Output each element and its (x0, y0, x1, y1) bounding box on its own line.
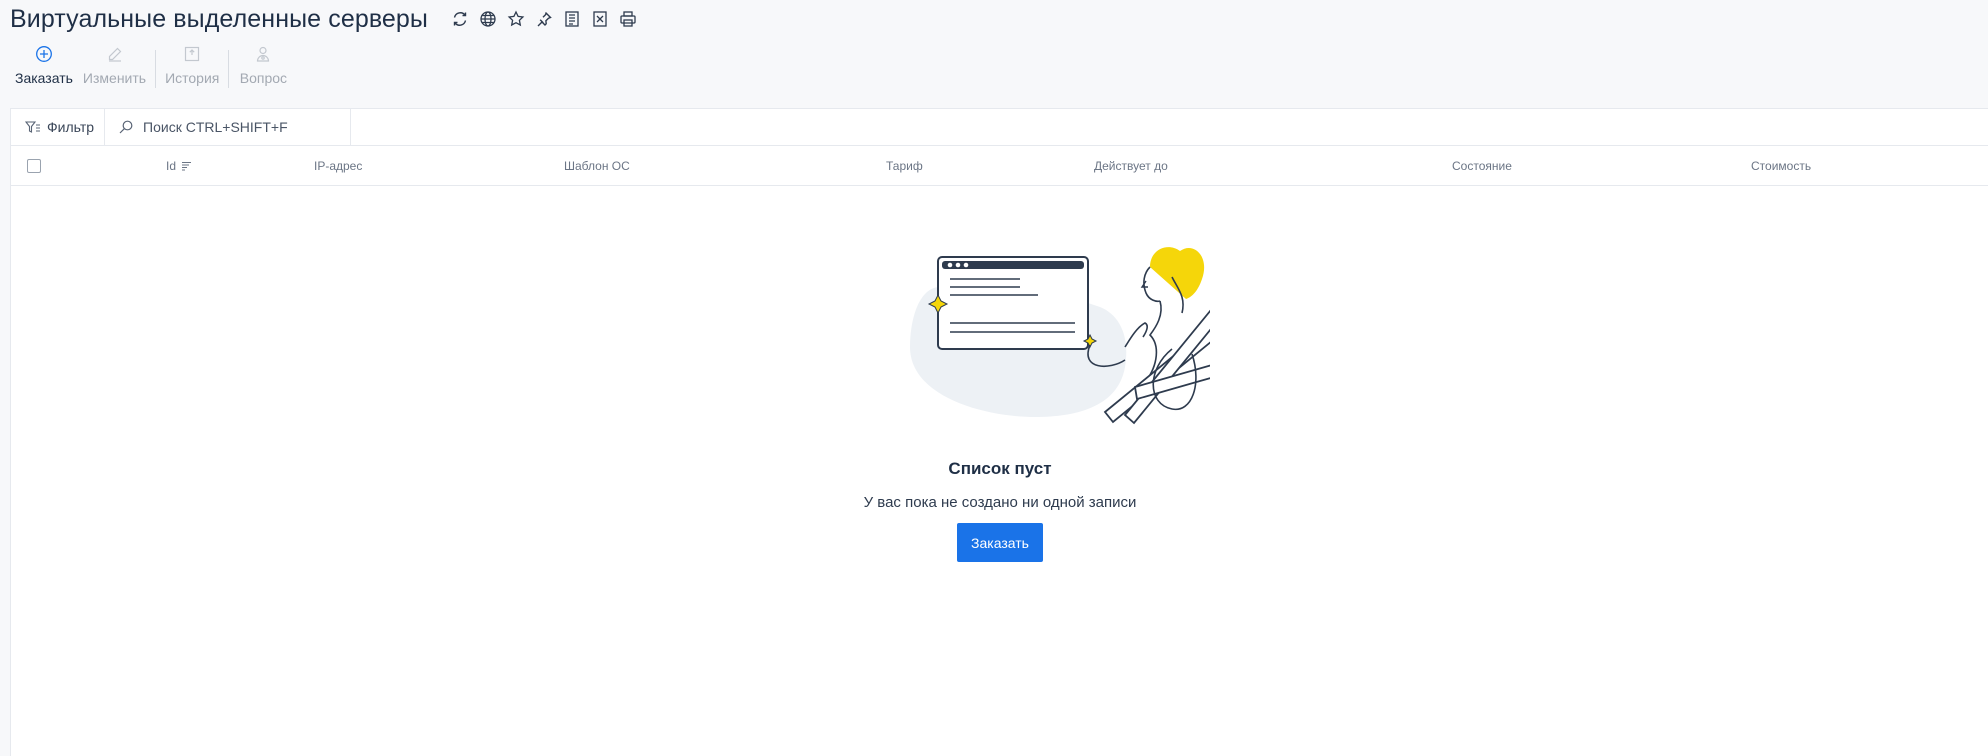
column-header-os-template[interactable]: Шаблон ОС (564, 159, 630, 173)
print-icon[interactable] (618, 10, 637, 29)
question-button-label: Вопрос (239, 70, 288, 86)
column-header-cost[interactable]: Стоимость (1751, 159, 1811, 173)
pin-icon[interactable] (534, 10, 553, 29)
column-header-id[interactable]: Id (166, 159, 192, 173)
filter-button-label: Фильтр (47, 119, 95, 135)
filter-bar: Фильтр (11, 109, 1988, 146)
search-icon (119, 120, 133, 134)
support-icon (253, 44, 273, 64)
order-button[interactable]: Заказать (10, 44, 78, 86)
plus-circle-icon (34, 44, 54, 64)
question-button[interactable]: Вопрос (233, 44, 293, 86)
search-input[interactable] (143, 119, 344, 135)
column-header-tariff[interactable]: Тариф (886, 159, 923, 173)
order-button-label: Заказать (15, 70, 73, 86)
edit-button-label: Изменить (82, 70, 147, 86)
filter-button[interactable]: Фильтр (11, 109, 106, 145)
page-header: Виртуальные выделенные серверы (10, 0, 637, 38)
list-panel: Фильтр Id IP-адрес Шаблон ОС Тариф Дейст… (10, 108, 1988, 756)
export-excel-icon[interactable] (590, 10, 609, 29)
empty-state-order-button[interactable]: Заказать (957, 523, 1043, 562)
globe-icon[interactable] (478, 10, 497, 29)
edit-button[interactable]: Изменить (78, 44, 151, 86)
table-header: Id IP-адрес Шаблон ОС Тариф Действует до… (11, 146, 1988, 186)
star-icon[interactable] (506, 10, 525, 29)
column-header-ip[interactable]: IP-адрес (314, 159, 362, 173)
report-icon[interactable] (562, 10, 581, 29)
empty-state-title: Список пуст (948, 459, 1052, 478)
column-header-label: Id (166, 159, 177, 173)
history-button[interactable]: История (160, 44, 224, 86)
sort-icon (182, 162, 192, 171)
column-header-status[interactable]: Состояние (1452, 159, 1512, 173)
search-box[interactable] (105, 109, 352, 145)
refresh-icon[interactable] (450, 10, 469, 29)
toolbar-divider (155, 50, 157, 88)
empty-state: Список пуст У вас пока не создано ни одн… (11, 237, 1988, 562)
history-icon (182, 44, 202, 64)
pencil-icon (105, 44, 125, 64)
empty-list-illustration (910, 247, 1210, 425)
toolbar-divider (228, 50, 230, 88)
title-tools (450, 10, 637, 29)
filter-icon (25, 121, 40, 133)
toolbar: Заказать Изменить История Вопрос (10, 44, 293, 94)
select-all-checkbox[interactable] (27, 159, 41, 173)
page-title: Виртуальные выделенные серверы (10, 4, 429, 33)
empty-state-subtitle: У вас пока не создано ни одной записи (863, 494, 1137, 511)
column-header-valid-until[interactable]: Действует до (1094, 159, 1168, 173)
history-button-label: История (165, 70, 220, 86)
